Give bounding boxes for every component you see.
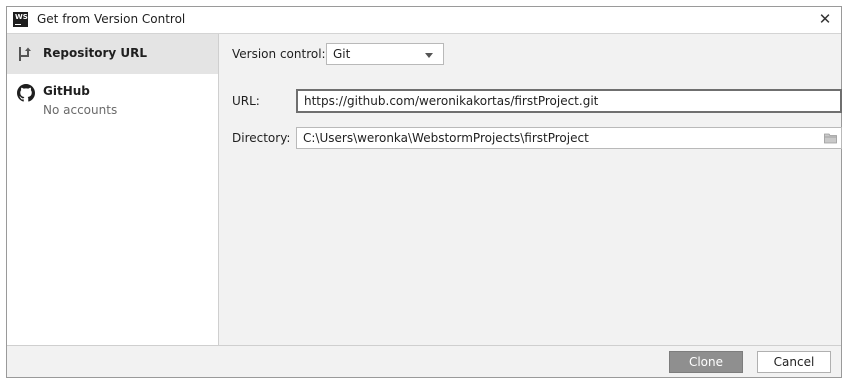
- webstorm-logo-icon: WS: [13, 12, 28, 27]
- cancel-button[interactable]: Cancel: [757, 351, 831, 373]
- version-control-select[interactable]: Git: [326, 43, 444, 65]
- directory-input[interactable]: [296, 127, 842, 149]
- folder-icon[interactable]: [824, 132, 837, 144]
- dialog-title: Get from Version Control: [37, 12, 186, 26]
- repository-url-icon: [19, 47, 31, 61]
- directory-label: Directory:: [232, 131, 291, 145]
- close-icon[interactable]: ✕: [815, 9, 835, 29]
- version-control-value: Git: [333, 47, 351, 61]
- title-bar: WS Get from Version Control ✕: [7, 7, 841, 34]
- sidebar: Repository URL GitHub No accounts: [7, 34, 219, 347]
- github-accounts-status: No accounts: [43, 103, 118, 117]
- main-panel: Version control: Git URL: Directory:: [220, 34, 842, 347]
- sidebar-item-github[interactable]: GitHub No accounts: [7, 74, 218, 120]
- github-icon: [17, 84, 35, 102]
- sidebar-item-label: Repository URL: [43, 46, 147, 60]
- url-label: URL:: [232, 94, 260, 108]
- version-control-label: Version control:: [232, 47, 326, 61]
- url-input[interactable]: [296, 89, 842, 113]
- chevron-down-icon: [425, 53, 433, 58]
- get-from-vcs-dialog: WS Get from Version Control ✕ Repository…: [6, 6, 842, 378]
- dialog-footer: Clone Cancel: [7, 345, 841, 377]
- logo-text: WS: [15, 13, 28, 21]
- clone-button[interactable]: Clone: [669, 351, 743, 373]
- sidebar-item-repository-url[interactable]: Repository URL: [7, 34, 218, 74]
- sidebar-item-label: GitHub: [43, 84, 90, 98]
